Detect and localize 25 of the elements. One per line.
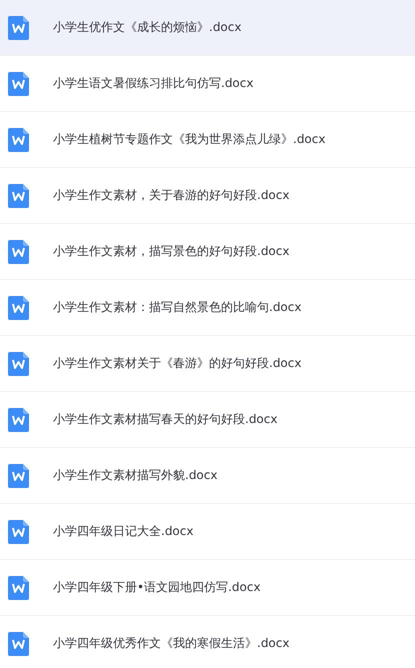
file-name: 小学生作文素材，描写景色的好句好段.docx [53, 243, 290, 260]
word-document-icon [8, 72, 29, 96]
file-name: 小学生作文素材：描写自然景色的比喻句.docx [53, 299, 302, 316]
file-name: 小学四年级优秀作文《我的寒假生活》.docx [53, 635, 290, 652]
word-document-icon [8, 408, 29, 432]
word-document-icon [8, 576, 29, 600]
file-name: 小学生作文素材描写春天的好句好段.docx [53, 411, 278, 428]
file-name: 小学生优作文《成长的烦恼》.docx [53, 19, 242, 36]
word-document-icon [8, 128, 29, 152]
word-document-icon [8, 184, 29, 208]
file-name: 小学生语文暑假练习排比句仿写.docx [53, 75, 254, 92]
file-name: 小学生作文素材描写外貌.docx [53, 467, 218, 484]
word-document-icon [8, 240, 29, 264]
file-row[interactable]: 小学生优作文《成长的烦恼》.docx [0, 0, 415, 56]
file-name: 小学四年级下册•语文园地四仿写.docx [53, 579, 261, 596]
word-document-icon [8, 296, 29, 320]
file-name: 小学四年级日记大全.docx [53, 523, 194, 540]
file-name: 小学生植树节专题作文《我为世界添点儿绿》.docx [53, 131, 326, 148]
word-document-icon [8, 464, 29, 488]
file-name: 小学生作文素材关于《春游》的好句好段.docx [53, 355, 302, 372]
word-document-icon [8, 632, 29, 656]
file-name: 小学生作文素材，关于春游的好句好段.docx [53, 187, 290, 204]
word-document-icon [8, 352, 29, 376]
word-document-icon [8, 520, 29, 544]
word-document-icon [8, 16, 29, 40]
